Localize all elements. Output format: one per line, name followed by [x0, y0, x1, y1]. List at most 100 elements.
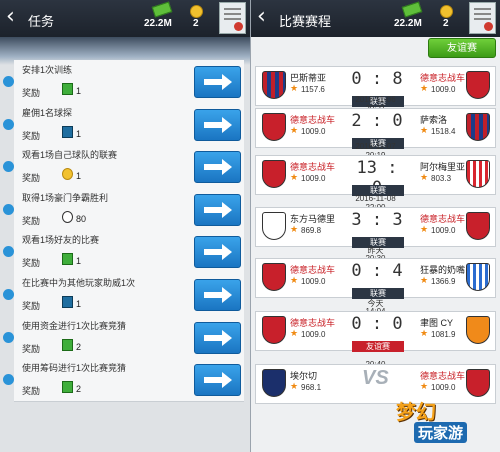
go-arrow-button[interactable] — [194, 193, 241, 226]
task-name: 雇佣1名球探 — [22, 107, 73, 118]
away-team-crest — [466, 316, 490, 344]
away-team-rating: 1009.0 — [431, 85, 456, 94]
task-name: 观看1场好友的比赛 — [22, 235, 100, 246]
away-team-name: 聿图 CY — [420, 318, 454, 328]
match-row[interactable]: 今天14:04德意志战车★1009.00 : 0聿图 CY★1081.9友谊赛 — [251, 299, 500, 353]
match-date: 2016-11-08 — [355, 194, 396, 203]
task-row: 使用筹码进行1次比赛竞猜 奖励 2 — [0, 356, 250, 403]
home-team-crest — [262, 316, 286, 344]
arrow-right-icon — [204, 116, 232, 133]
task-name: 观看1场自己球队的联赛 — [22, 150, 118, 161]
match-date: 2016-11-07 — [355, 142, 396, 151]
task-row: 使用资金进行1次比赛竞猜 奖励 2 — [0, 314, 250, 361]
match-card: 德意志战车 ★ 1009.0 0 : 0 聿图 CY ★ 1081.9 友谊赛 — [255, 311, 496, 352]
task-status-dot — [3, 289, 14, 300]
football-icon — [62, 210, 73, 223]
match-row[interactable]: 2016-11-0720:19德意志战车★1009.013 : 0阿尔梅里亚★8… — [251, 142, 500, 198]
task-status-dot — [3, 331, 14, 343]
away-team-name: 阿尔梅里亚 — [420, 162, 466, 172]
home-team-crest — [262, 369, 286, 397]
task-row: 观看1场好友的比赛 奖励 1 — [0, 228, 250, 275]
away-team-rating: 1009.0 — [431, 383, 456, 392]
home-team-crest — [262, 263, 286, 291]
reward-label: 奖励 — [22, 301, 41, 311]
go-arrow-button[interactable] — [194, 151, 241, 184]
site-watermark-logo: 梦幻 玩家游 — [368, 394, 498, 450]
reward-label: 奖励 — [22, 258, 41, 269]
back-icon[interactable]: ‹ — [257, 5, 266, 29]
arrow-right-icon — [204, 329, 232, 346]
task-row: 观看1场自己球队的联赛 奖励 1 — [0, 143, 250, 190]
arrow-right-icon — [204, 372, 232, 389]
home-team-name: 德意志战车 — [290, 115, 336, 125]
match-row[interactable]: 2016-11-0822:00东方马德里★869.83 : 3德意志战车★100… — [251, 194, 500, 249]
match-score: 2 : 0 — [351, 111, 403, 131]
star-icon: ★ — [290, 126, 299, 136]
go-arrow-button[interactable] — [194, 66, 241, 98]
watermark-line2: 玩家游 — [414, 422, 468, 443]
versus-label: VS — [362, 367, 389, 389]
friendly-match-button[interactable]: 友谊赛 — [428, 38, 496, 58]
match-card: 德意志战车★1009.013 : 0阿尔梅里亚★803.3联赛 — [255, 155, 496, 198]
cash-amount: 22.2M — [394, 18, 422, 29]
go-arrow-button[interactable] — [194, 364, 241, 397]
clipboard-icon[interactable] — [469, 2, 496, 34]
home-team-crest — [262, 212, 286, 240]
away-team-name: 德意志战车 — [420, 371, 466, 381]
go-arrow-button[interactable] — [194, 279, 241, 311]
match-score: 0 : 0 — [351, 314, 403, 334]
reward-value: 2 — [76, 384, 82, 395]
coin-icon — [190, 5, 203, 18]
green-card-icon — [62, 338, 73, 351]
go-arrow-button[interactable] — [194, 108, 241, 141]
task-row: 安排1次训练 奖励 1 — [0, 58, 250, 105]
reward-label: 奖励 — [22, 215, 41, 226]
star-icon: ★ — [290, 225, 299, 235]
away-team-rating: 1081.9 — [431, 330, 456, 339]
blue-card-icon — [62, 125, 73, 138]
away-team-name: 德意志战车 — [420, 214, 466, 224]
tasks-header: ‹ 任务 22.2M 2 — [0, 0, 250, 37]
home-team-name: 德意志战车 — [290, 162, 336, 172]
coin-icon — [440, 5, 453, 18]
arrow-right-icon — [204, 201, 232, 218]
match-row[interactable]: 昨天20:30德意志战车★1009.00 : 4狂暴的奶嘴★1366.9联赛 — [251, 246, 500, 300]
away-team-name: 狂暴的奶嘴 — [420, 265, 466, 275]
task-status-dot — [3, 161, 14, 173]
reward-label: 奖励 — [22, 343, 41, 354]
task-name: 在比赛中为其他玩家助威1次 — [22, 278, 136, 288]
home-team-name: 德意志战车 — [290, 265, 336, 275]
green-card-icon — [62, 253, 73, 266]
reward-value: 1 — [76, 128, 82, 139]
page-title: 比赛赛程 — [279, 14, 332, 29]
reward-value: 1 — [76, 299, 82, 309]
home-team-rating: 1009.0 — [301, 330, 326, 339]
green-card-icon — [62, 83, 73, 95]
reward-label: 奖励 — [22, 173, 41, 184]
back-icon[interactable]: ‹ — [6, 5, 15, 29]
reward-label: 奖励 — [22, 386, 41, 397]
schedule-panel: ‹ 比赛赛程 22.2M 2 友谊赛 巴斯蒂亚 ★ 1157.6 0 : 8 德意志战车… — [251, 0, 500, 452]
go-arrow-button[interactable] — [194, 236, 241, 269]
task-status-dot — [3, 118, 14, 130]
cash-amount: 22.2M — [144, 18, 172, 29]
task-row: 取得1场豪门争霸胜利 奖励 80 — [0, 186, 250, 233]
reward-value: 2 — [76, 341, 82, 352]
task-status-dot — [3, 76, 14, 87]
reward-value: 1 — [76, 256, 82, 267]
go-arrow-button[interactable] — [194, 321, 241, 354]
home-team-rating: 1009.0 — [301, 127, 326, 136]
home-team-rating: 1009.0 — [301, 174, 326, 183]
away-team-crest — [466, 263, 490, 291]
blue-card-icon — [62, 296, 73, 308]
match-type-badge: 友谊赛 — [352, 341, 404, 352]
clipboard-icon[interactable] — [219, 2, 246, 34]
home-team-crest — [262, 113, 286, 141]
away-team-rating: 803.3 — [431, 174, 452, 183]
task-status-dot — [3, 374, 14, 386]
home-team-name: 德意志战车 — [290, 318, 336, 328]
coin-amount: 2 — [443, 18, 449, 29]
home-team-name: 东方马德里 — [290, 214, 336, 224]
task-row: 雇佣1名球探 奖励 1 — [0, 101, 250, 148]
star-icon: ★ — [290, 84, 299, 94]
